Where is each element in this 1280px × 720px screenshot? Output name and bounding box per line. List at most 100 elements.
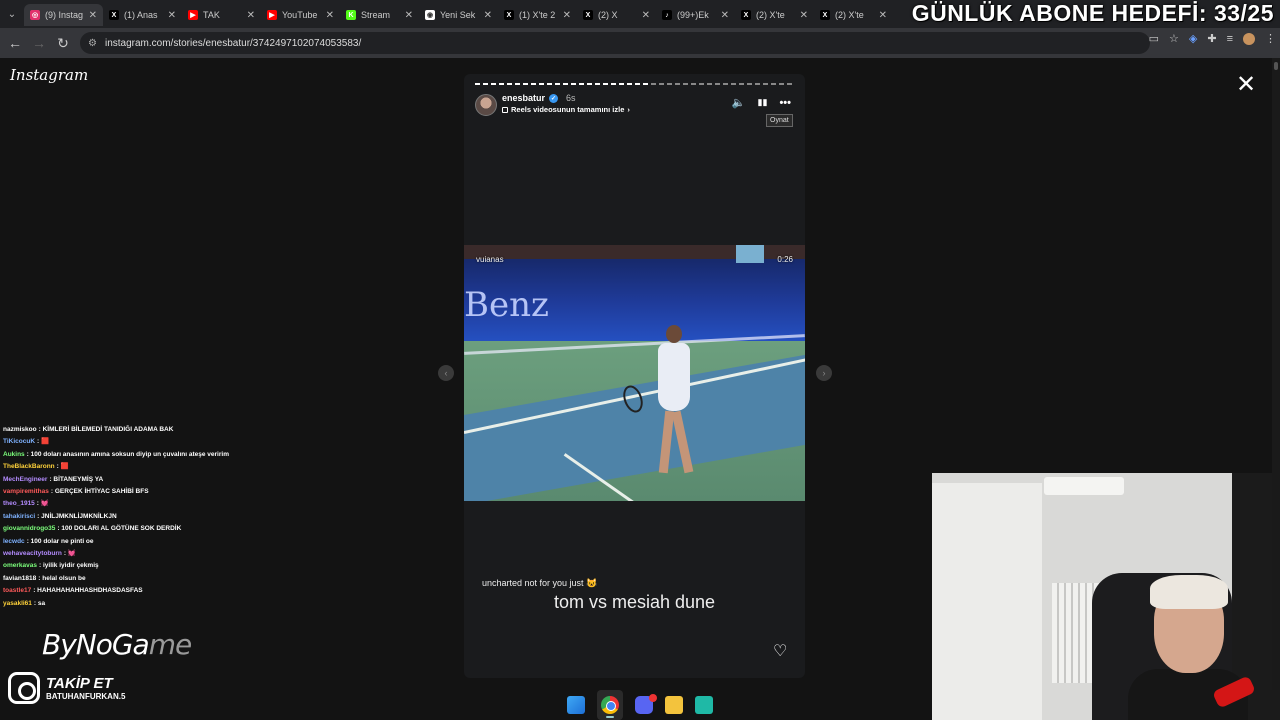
puzzle-icon[interactable]: ✚ [1207,32,1216,45]
tab-favicon-icon: ◎ [30,10,40,20]
tab-close-icon[interactable]: ✕ [642,10,650,21]
chat-username: MechEngineer [3,475,48,483]
chrome-icon[interactable] [601,696,619,714]
chat-text: JNİLJMKNLİJMKNİLKJN [41,512,117,520]
kebab-menu-icon[interactable]: ⋮ [1265,32,1276,45]
windows-start-icon[interactable] [567,696,585,714]
tab-close-icon[interactable]: ✕ [800,10,808,21]
tab-close-icon[interactable]: ✕ [168,10,176,21]
tab-label: (99+)Ek [677,10,709,20]
forward-icon[interactable]: → [27,31,51,55]
story-progress-bar [475,83,794,85]
chat-username: yasakli61 [3,599,32,607]
tab-favicon-icon: X [741,10,751,20]
browser-tab[interactable]: ▶ TAK ✕ [182,4,261,26]
scrollbar-thumb[interactable] [1274,62,1278,70]
avatar[interactable] [475,94,497,116]
tab-favicon-icon: X [109,10,119,20]
caption-small: uncharted not for you just 😺 [482,578,598,588]
browser-tab[interactable]: ♪ (99+)Ek ✕ [656,4,735,26]
tab-close-icon[interactable]: ✕ [879,10,887,21]
chat-text: HAHAHAHAHHASHDHASDASFAS [37,587,143,595]
chat-message: theo_1915: 💓 [3,498,251,510]
volume-icon[interactable]: 🔈 [732,96,746,109]
reels-icon [502,106,508,113]
instagram-logo[interactable]: Instagram [10,66,88,84]
prev-story-icon[interactable]: ‹ [438,365,454,381]
browser-tab[interactable]: ◉ Yeni Sek ✕ [419,4,498,26]
tab-label: (1) Anas [124,10,158,20]
like-heart-icon[interactable]: ♡ [773,641,787,661]
chat-message: wehaveacitytoburn: 💓 [3,548,251,560]
more-options-icon[interactable]: ••• [779,97,791,109]
tab-favicon-icon: X [504,10,514,20]
browser-tab[interactable]: X (2) X'te ✕ [735,4,814,26]
taskbar-discord[interactable] [635,690,657,720]
address-bar[interactable]: ⚙ instagram.com/stories/enesbatur/374249… [80,32,1150,54]
chat-message: toastle17: HAHAHAHAHHASHDHASDASFAS [3,585,251,597]
browser-tab[interactable]: ◎ (9) Instag ✕ [24,4,103,26]
chat-username: nazmiskoo [3,426,37,433]
chat-message: TheBlackBaronn: 🟥 [3,461,251,473]
tab-favicon-icon: K [346,10,356,20]
tab-close-icon[interactable]: ✕ [326,10,334,21]
story-username[interactable]: enesbatur [502,93,545,103]
close-story-icon[interactable]: ✕ [1236,70,1256,99]
brand-main: ByNoGa [42,628,150,661]
chat-message: yasakli61: sa [3,598,251,610]
story-video[interactable]: Benz vuianas 0:26 [464,245,805,501]
back-icon[interactable]: ← [3,31,27,55]
tab-label: TAK [203,10,220,20]
menu-list-icon[interactable]: ≡ [1227,33,1233,45]
play-icon[interactable]: ▮▮ [758,97,768,108]
tab-close-icon[interactable]: ✕ [89,10,97,21]
next-story-icon[interactable]: › [816,365,832,381]
page-scrollbar[interactable] [1272,58,1280,690]
tab-favicon-icon: X [583,10,593,20]
taskbar-chrome[interactable] [597,690,623,720]
taskbar-app[interactable] [695,690,713,720]
tab-search-icon[interactable]: ⌄ [0,0,24,28]
tab-close-icon[interactable]: ✕ [563,10,571,21]
player-leg [671,410,694,474]
tab-label: (9) Instag [45,10,84,20]
browser-tab[interactable]: X (1) Anas ✕ [103,4,182,26]
chat-username: omerkavas [3,562,37,570]
site-info-icon[interactable]: ⚙ [88,38,97,49]
tab-list: ◎ (9) Instag ✕ X (1) Anas ✕ ▶ TAK ✕ ▶ YouTube ✕ K Str… [24,2,893,26]
story-header: enesbatur ✓ 6s [502,93,576,103]
tab-close-icon[interactable]: ✕ [247,10,255,21]
browser-tab[interactable]: X (2) X'te ✕ [814,4,893,26]
reels-link[interactable]: Reels videosunun tamamını izle › [502,105,630,114]
chat-text: 100 doları anasının amına soksun diyip u… [30,450,229,458]
taskbar-start[interactable] [567,690,585,720]
cast-icon[interactable]: ▭ [1149,32,1159,45]
webcam-overlay [932,473,1280,720]
chat-username: lecwdc [3,537,25,545]
chat-text: 💓 [67,550,76,558]
tab-favicon-icon: ▶ [267,10,277,20]
chat-message: tahakirisci: JNİLJMKNLİJMKNİLKJN [3,511,251,523]
browser-tab[interactable]: K Stream ✕ [340,4,419,26]
chat-username: TheBlackBaronn [3,463,55,471]
reload-icon[interactable]: ↻ [51,31,75,55]
app-icon[interactable] [695,696,713,714]
taskbar-explorer[interactable] [665,690,683,720]
chat-message: vampiremithas: GERÇEK İHTİYAC SAHİBİ BFS [3,486,251,498]
tab-close-icon[interactable]: ✕ [721,10,729,21]
bookmark-star-icon[interactable]: ☆ [1169,32,1179,45]
profile-avatar[interactable] [1243,32,1255,45]
tab-close-icon[interactable]: ✕ [405,10,413,21]
tab-label: (2) X [598,10,618,20]
tab-close-icon[interactable]: ✕ [484,10,492,21]
tab-label: (1) X'te 2 [519,10,556,20]
browser-tab[interactable]: X (2) X ✕ [577,4,656,26]
browser-tab[interactable]: X (1) X'te 2 ✕ [498,4,577,26]
folder-icon[interactable] [665,696,683,714]
story-viewer[interactable]: enesbatur ✓ 6s Reels videosunun tamamını… [464,74,805,678]
tab-favicon-icon: ▶ [188,10,198,20]
tab-label: YouTube [282,10,318,20]
browser-tab[interactable]: ▶ YouTube ✕ [261,4,340,26]
extension-icon[interactable]: ◈ [1189,32,1197,45]
tab-label: Stream [361,10,391,20]
